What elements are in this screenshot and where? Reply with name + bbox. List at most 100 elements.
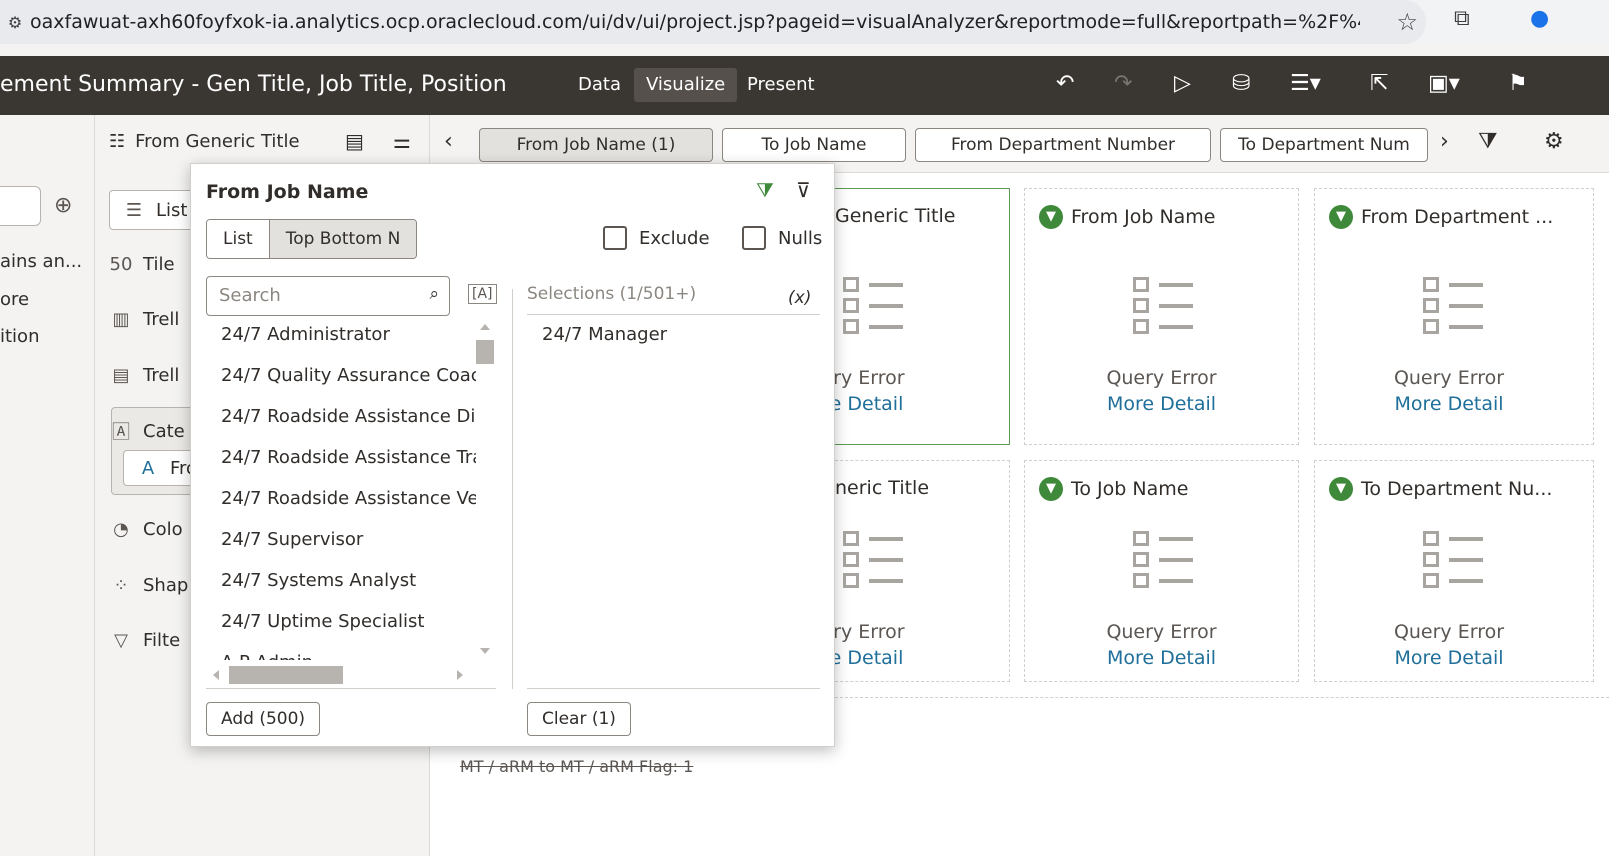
more-detail-link[interactable]: More Detail	[1025, 393, 1298, 415]
bookmark-star-icon[interactable]: ☆	[1396, 8, 1418, 36]
url-text[interactable]: oaxfawuat-axh60foyfxok-ia.analytics.ocp.…	[30, 11, 1360, 33]
add-button[interactable]: Add (500)	[206, 702, 321, 736]
filter-funnel-icon: ▼	[1039, 477, 1063, 501]
data-panel: ⊕ ains an... ore ition	[0, 115, 95, 856]
list-item[interactable]: 24/7 Uptime Specialist	[206, 607, 476, 648]
list-viz-icon	[843, 531, 903, 589]
settings-icon[interactable]: ⚙	[1544, 129, 1564, 154]
save-icon[interactable]: ▣▾	[1428, 71, 1460, 96]
bookmark-icon[interactable]: ⚑	[1508, 71, 1528, 96]
tab-data[interactable]: Data	[566, 68, 633, 102]
list-icon: ☰	[125, 199, 143, 221]
filter-options-icon[interactable]: ⧩	[1478, 129, 1498, 154]
undo-icon[interactable]: ↶	[1056, 71, 1074, 96]
more-detail-link[interactable]: ore Detail	[821, 393, 951, 415]
add-data-icon[interactable]: ⊕	[54, 193, 72, 218]
filter-mode-toggle: List Top Bottom N	[206, 219, 418, 259]
query-error: uery Error	[821, 367, 905, 389]
more-detail-link[interactable]: More Detail	[1025, 647, 1298, 669]
settings-sliders-icon[interactable]: ⚌	[393, 129, 411, 153]
profile-icon[interactable]: ●	[1530, 6, 1549, 31]
chevron-left-icon[interactable]: ‹	[444, 129, 453, 154]
list-viz-icon	[843, 277, 903, 335]
more-detail-link[interactable]: More Detail	[1315, 647, 1588, 669]
list-view-icon: ☷	[109, 131, 126, 152]
nulls-box[interactable]	[742, 226, 766, 250]
popup-title: From Job Name	[206, 181, 369, 203]
shape-icon: ⁘	[113, 574, 129, 596]
palette-icon: ◔	[113, 518, 129, 540]
data-search-box[interactable]	[0, 186, 41, 226]
data-item[interactable]: ition	[0, 326, 39, 347]
list-item[interactable]: 24/7 Roadside Assistance Trair	[206, 443, 476, 484]
more-detail-link[interactable]: More Detail	[1315, 393, 1588, 415]
address-bar[interactable]: ⚙ oaxfawuat-axh60foyfxok-ia.analytics.oc…	[0, 0, 1426, 44]
filter-pill-from-department-number[interactable]: From Department Number	[915, 128, 1211, 162]
canvas-divider	[810, 697, 1609, 698]
mode-top-bottom-n[interactable]: Top Bottom N	[268, 220, 417, 258]
tab-visualize[interactable]: Visualize	[634, 68, 738, 102]
disabled-filter-text: MT / aRM to MT / aRM Flag: 1	[460, 757, 694, 776]
list-item[interactable]: 24/7 Administrator	[206, 320, 476, 361]
export-icon[interactable]: ⇱	[1370, 71, 1388, 96]
clear-filter-icon[interactable]: ⊽	[796, 178, 811, 202]
list-footer-divider	[206, 688, 496, 689]
sort-az-icon[interactable]: [A]	[468, 284, 497, 304]
selected-item[interactable]: 24/7 Manager	[542, 324, 667, 345]
nulls-checkbox[interactable]: Nulls	[742, 226, 822, 250]
extensions-icon[interactable]: ⧉	[1454, 6, 1470, 31]
viz-card[interactable]: ▼ From Job Name Query Error More Detail	[1024, 188, 1299, 445]
comment-icon[interactable]: ☰▾	[1290, 71, 1321, 96]
viz-card[interactable]: ▼ To Department Nu... Query Error More D…	[1314, 460, 1594, 682]
trellis-rows-icon: ▤	[112, 364, 130, 386]
filter-funnel-icon: ▼	[1329, 205, 1353, 229]
list-item[interactable]: 24/7 Roadside Assistance Direc	[206, 402, 476, 443]
viz-card[interactable]: Generic Title uery Error ore Detail	[820, 188, 1010, 445]
site-settings-icon[interactable]: ⚙	[0, 13, 30, 32]
chevron-right-icon[interactable]: ›	[1440, 129, 1449, 154]
apply-filter-icon[interactable]: ⧩	[756, 178, 774, 202]
properties-icon[interactable]: ▤	[345, 129, 364, 153]
card-title: ▼ To Job Name	[1039, 477, 1188, 501]
tile-icon: 50	[109, 253, 133, 275]
filter-popup: From Job Name ⧩ ⊽ List Top Bottom N Excl…	[190, 163, 835, 747]
tab-present[interactable]: Present	[735, 68, 827, 102]
refresh-data-icon[interactable]: ⛁	[1232, 71, 1250, 96]
data-item[interactable]: ains an...	[0, 251, 82, 272]
list-item[interactable]: 24/7 Systems Analyst	[206, 566, 476, 607]
grammar-header: ☷ From Generic Title	[109, 131, 300, 152]
list-viz-icon	[1133, 277, 1193, 335]
more-detail-link[interactable]: ore Detail	[821, 647, 951, 669]
viz-card[interactable]: ▼ From Department ... Query Error More D…	[1314, 188, 1594, 445]
exclude-box[interactable]	[603, 226, 627, 250]
card-title: Generic Title	[835, 205, 956, 227]
viz-card[interactable]: ▼ To Job Name Query Error More Detail	[1024, 460, 1299, 682]
vertical-scrollbar[interactable]	[474, 322, 496, 658]
search-icon: ⌕	[429, 284, 439, 304]
filter-funnel-icon: ▼	[1039, 205, 1063, 229]
viz-card[interactable]: neric Title uery Error ore Detail	[820, 460, 1010, 682]
expression-button[interactable]: (x)	[788, 288, 811, 308]
mode-list[interactable]: List	[207, 220, 269, 258]
clear-button[interactable]: Clear (1)	[527, 702, 631, 736]
list-item[interactable]: 24/7 Roadside Assistance Vehi	[206, 484, 476, 525]
list-item[interactable]: A P Admin	[206, 648, 476, 660]
redo-icon[interactable]: ↷	[1114, 71, 1132, 96]
filter-funnel-icon: ▼	[1329, 477, 1353, 501]
list-item[interactable]: 24/7 Supervisor	[206, 525, 476, 566]
attribute-icon: A	[141, 457, 155, 479]
play-icon[interactable]: ▷	[1174, 71, 1191, 96]
horizontal-scrollbar[interactable]	[211, 664, 471, 686]
project-title: ement Summary - Gen Title, Job Title, Po…	[0, 72, 507, 97]
list-viz-icon	[1423, 277, 1483, 335]
filter-pill-to-department-number[interactable]: To Department Num	[1220, 128, 1428, 162]
filter-pill-to-job-name[interactable]: To Job Name	[722, 128, 906, 162]
filter-icon: ▽	[114, 629, 128, 651]
list-item[interactable]: 24/7 Quality Assurance Coach	[206, 361, 476, 402]
exclude-checkbox[interactable]: Exclude	[603, 226, 710, 250]
search-input[interactable]: Search ⌕	[206, 276, 450, 316]
query-error: Query Error	[1106, 621, 1217, 643]
data-item[interactable]: ore	[0, 289, 29, 310]
card-title: ▼ To Department Nu...	[1329, 477, 1552, 501]
filter-pill-from-job-name[interactable]: From Job Name (1)	[479, 128, 713, 162]
